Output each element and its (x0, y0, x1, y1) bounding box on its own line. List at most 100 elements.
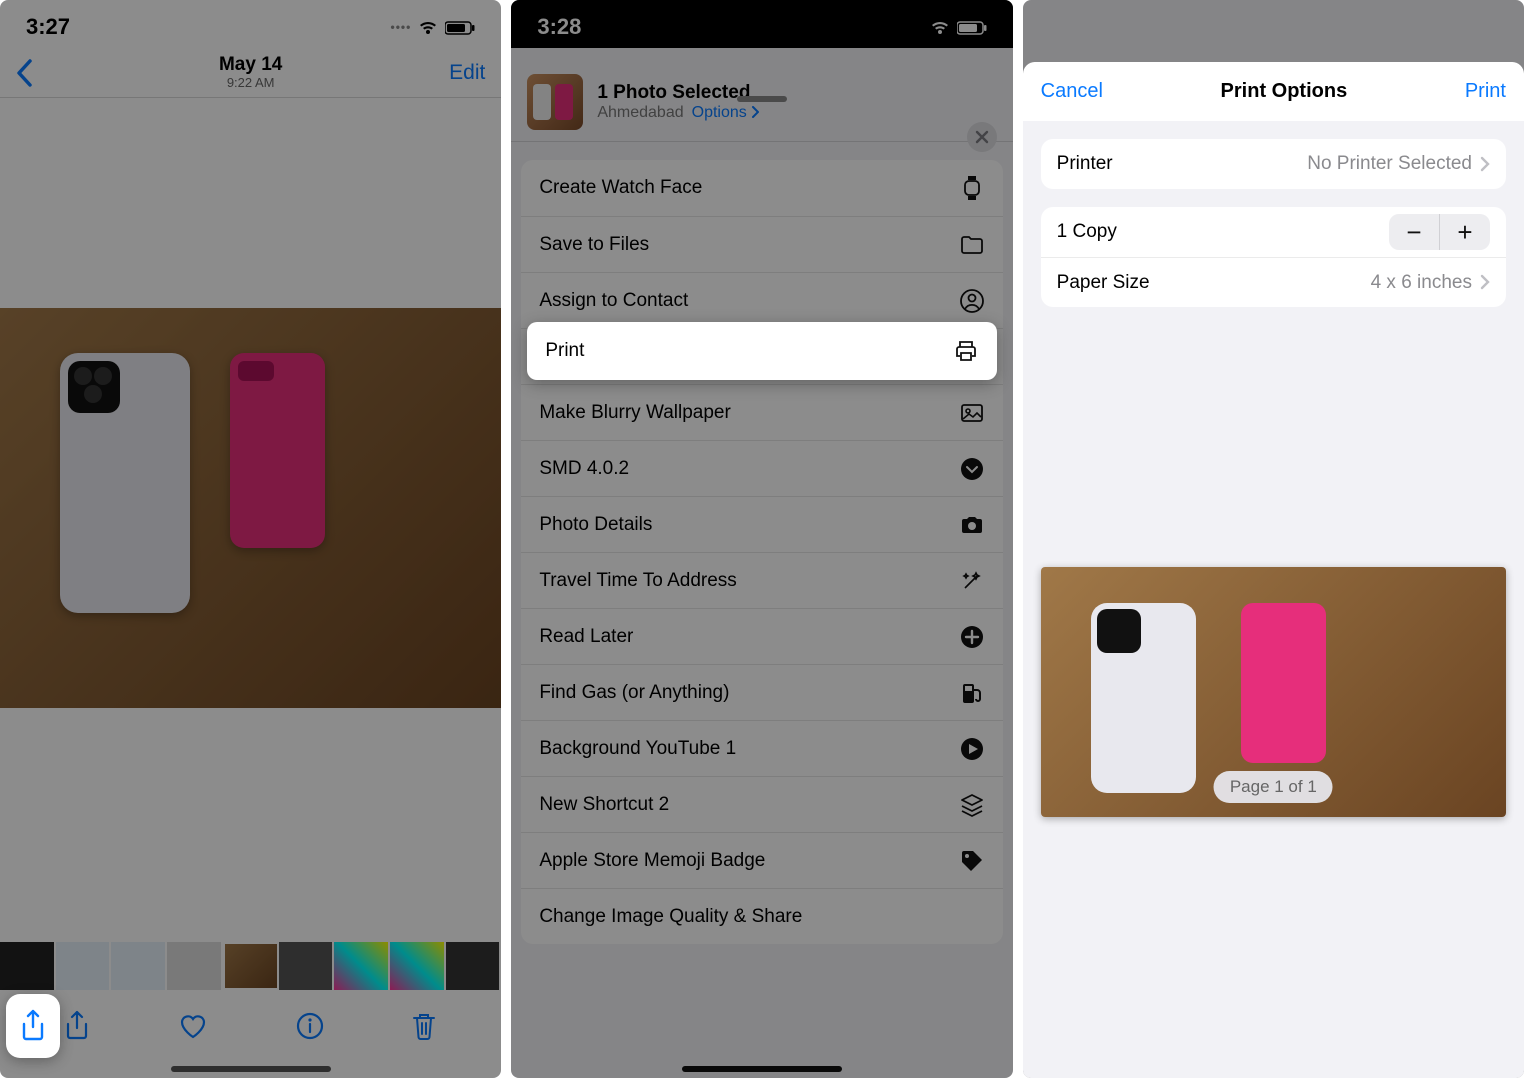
fuel-icon (959, 680, 985, 706)
share-thumbnail (527, 74, 583, 130)
print-options-card: Cancel Print Options Print Printer No Pr… (1023, 62, 1524, 1078)
page-indicator: Page 1 of 1 (1214, 771, 1333, 803)
action-create-watch-face[interactable]: Create Watch Face (521, 160, 1002, 216)
thumb-selected[interactable] (223, 942, 279, 990)
share-title: 1 Photo Selected (597, 82, 759, 104)
phone-share-sheet: 3:28 1 Photo Selected Ahmedabad Options … (511, 0, 1012, 1078)
action-save-to-files[interactable]: Save to Files (521, 216, 1002, 272)
photo-subject-iphone (60, 353, 190, 613)
status-time: 3:27 (26, 14, 70, 40)
action-photo-details[interactable]: Photo Details (521, 496, 1002, 552)
bottom-toolbar (0, 996, 501, 1056)
favorite-icon[interactable] (178, 1012, 208, 1040)
status-right (929, 17, 987, 38)
status-bar: 3:27 •••• (0, 0, 501, 48)
photo-subject-ipod (230, 353, 325, 548)
wand-icon (959, 568, 985, 594)
action-new-shortcut[interactable]: New Shortcut 2 (521, 776, 1002, 832)
back-icon[interactable] (16, 59, 34, 87)
thumb[interactable] (167, 942, 223, 990)
play-circle-icon (959, 736, 985, 762)
status-bar: 3:28 (511, 0, 1012, 48)
action-assign-to-contact[interactable]: Assign to Contact (521, 272, 1002, 328)
plus-circle-icon (959, 624, 985, 650)
battery-icon (445, 17, 475, 38)
print-row-highlight[interactable]: Print (527, 322, 996, 380)
chevron-down-circle-icon (959, 456, 985, 482)
wifi-icon (417, 17, 439, 38)
print-options-title: Print Options (1221, 80, 1348, 103)
share-location: Ahmedabad (597, 104, 683, 122)
photo-date: May 14 (0, 55, 501, 76)
chevron-right-icon (1480, 272, 1490, 294)
copies-label: 1 Copy (1057, 221, 1117, 243)
camera-icon (959, 512, 985, 538)
printer-row[interactable]: Printer No Printer Selected (1041, 139, 1506, 189)
preview-subject-ipod (1241, 603, 1326, 763)
print-header: Cancel Print Options Print (1023, 62, 1524, 121)
photo-stage[interactable] (0, 228, 501, 788)
plus-button[interactable]: + (1440, 214, 1490, 250)
copies-stepper: − + (1389, 214, 1490, 250)
thumb[interactable] (279, 942, 335, 990)
watch-icon (959, 175, 985, 201)
folder-icon (959, 232, 985, 258)
print-button[interactable]: Print (1465, 80, 1506, 103)
status-time: 3:28 (537, 14, 581, 40)
share-icon[interactable] (64, 1010, 90, 1042)
print-icon (953, 338, 979, 364)
thumb[interactable] (446, 942, 502, 990)
action-read-later[interactable]: Read Later (521, 608, 1002, 664)
close-icon[interactable] (967, 122, 997, 152)
paper-size-value: 4 x 6 inches (1371, 272, 1472, 294)
status-right: •••• (391, 17, 476, 38)
print-preview[interactable]: Page 1 of 1 (1041, 567, 1506, 817)
action-find-gas[interactable]: Find Gas (or Anything) (521, 664, 1002, 720)
contact-icon (959, 288, 985, 314)
action-background-youtube[interactable]: Background YouTube 1 (521, 720, 1002, 776)
phone-print-options: Cancel Print Options Print Printer No Pr… (1023, 0, 1524, 1078)
thumb[interactable] (390, 942, 446, 990)
trash-icon[interactable] (411, 1011, 437, 1041)
cellular-dots: •••• (391, 20, 412, 34)
printer-group: Printer No Printer Selected (1041, 139, 1506, 189)
home-indicator (171, 1066, 331, 1072)
edit-button[interactable]: Edit (449, 61, 485, 85)
preview-subject-iphone (1091, 603, 1196, 793)
phone-photos-detail: 3:27 •••• May 14 9:22 AM Edit (0, 0, 501, 1078)
chevron-right-icon (1480, 153, 1490, 175)
action-list: Create Watch Face Save to Files Assign t… (521, 160, 1002, 944)
minus-button[interactable]: − (1389, 214, 1439, 250)
settings-group: 1 Copy − + Paper Size 4 x 6 inches (1041, 207, 1506, 307)
options-button[interactable]: Options (692, 104, 760, 122)
action-apple-store-memoji[interactable]: Apple Store Memoji Badge (521, 832, 1002, 888)
sheet-grabber[interactable] (737, 96, 787, 102)
thumb[interactable] (0, 942, 56, 990)
paper-size-row[interactable]: Paper Size 4 x 6 inches (1041, 257, 1506, 307)
thumb[interactable] (334, 942, 390, 990)
navbar: May 14 9:22 AM Edit (0, 48, 501, 98)
wifi-icon (929, 17, 951, 38)
tag-icon (959, 848, 985, 874)
photo-time: 9:22 AM (0, 75, 501, 90)
action-travel-time[interactable]: Travel Time To Address (521, 552, 1002, 608)
paper-size-label: Paper Size (1057, 272, 1150, 294)
thumbnail-strip[interactable] (0, 942, 501, 990)
battery-icon (957, 17, 987, 38)
thumb[interactable] (56, 942, 112, 990)
image-icon (959, 400, 985, 426)
info-icon[interactable] (296, 1012, 324, 1040)
printer-label: Printer (1057, 153, 1113, 175)
copies-row: 1 Copy − + (1041, 207, 1506, 257)
thumb[interactable] (111, 942, 167, 990)
share-button-highlight[interactable] (6, 994, 60, 1058)
printer-value: No Printer Selected (1307, 153, 1472, 175)
action-change-image-quality[interactable]: Change Image Quality & Share (521, 888, 1002, 944)
layers-icon (959, 792, 985, 818)
cancel-button[interactable]: Cancel (1041, 80, 1103, 103)
action-make-blurry-wallpaper[interactable]: Make Blurry Wallpaper (521, 384, 1002, 440)
share-header: 1 Photo Selected Ahmedabad Options (511, 62, 1012, 142)
home-indicator (682, 1066, 842, 1072)
action-smd[interactable]: SMD 4.0.2 (521, 440, 1002, 496)
print-label: Print (545, 340, 584, 362)
